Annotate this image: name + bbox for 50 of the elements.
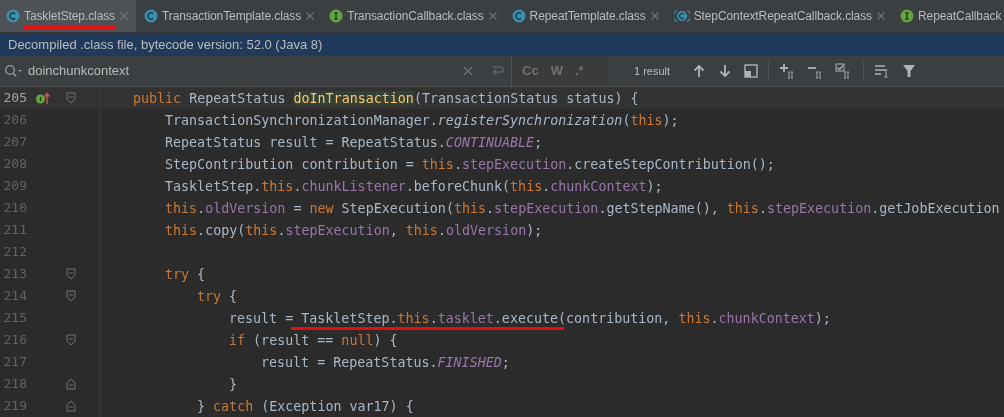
class-icon	[511, 9, 526, 23]
clear-icon	[463, 66, 473, 76]
code-line: StepContribution contribution = this.stepExecution.createStepContribution();	[165, 157, 775, 172]
code-line: result = RepeatStatus.FINISHED;	[261, 355, 510, 370]
editor-tab[interactable]: TransactionTemplate.class	[136, 0, 322, 32]
line-number: 219	[2, 397, 27, 416]
line-number: 206	[2, 111, 27, 130]
code-line: TaskletStep.this.chunkListener.beforeChunk(this.chunkContext);	[165, 179, 663, 194]
code-line: TransactionSynchronizationManager.registerSynchronization(this);	[165, 113, 679, 128]
line-number: 218	[2, 375, 27, 394]
line-number: 208	[2, 155, 27, 174]
line-number: 214	[2, 287, 27, 306]
line-number: 212	[2, 243, 27, 262]
result-count: 1 result	[634, 63, 671, 79]
code-line: try {	[165, 267, 206, 282]
filter-lines-icon	[874, 64, 891, 78]
up-arrow-icon	[692, 64, 707, 78]
editor-tab[interactable]: TaskletStep.class	[0, 0, 136, 32]
line-number: 207	[2, 133, 27, 152]
editor-tab[interactable]: RepeatTemplate.class	[503, 0, 666, 32]
line-number: 213	[2, 265, 27, 284]
code-line: this.oldVersion = new StepExecution(this.stepExecution.getStepName(), this.stepExecution.getJobExecution	[165, 201, 1000, 216]
code-line: public RepeatStatus doInTransaction(TransactionStatus status) {	[133, 91, 639, 106]
line-number: 216	[2, 331, 27, 350]
code-line: } catch (Exception var17) {	[197, 399, 414, 414]
class-icon	[6, 9, 20, 23]
code-line: this.copy(this.stepExecution, this.oldVersion);	[165, 223, 543, 238]
line-number: 217	[2, 353, 27, 372]
editor-tab[interactable]: StepContextRepeatCallback.class	[665, 0, 892, 32]
decompiled-notice: Decompiled .class file, bytecode version: 52.0 (Java 8)	[8, 35, 323, 54]
line-number: 205	[2, 89, 27, 108]
interface-icon	[900, 9, 914, 23]
code-line: }	[229, 377, 238, 392]
editor-tab[interactable]: RepeatCallback	[892, 0, 1004, 32]
newline-icon	[491, 65, 505, 77]
class-icon	[673, 9, 690, 23]
class-icon	[144, 9, 158, 23]
code-line: if (result == null) {	[229, 333, 398, 348]
editor-tab[interactable]: TransactionCallback.class	[321, 0, 504, 32]
code-line: try {	[197, 289, 238, 304]
filter-icon	[902, 64, 917, 78]
down-arrow-icon	[718, 64, 733, 78]
interface-icon	[329, 9, 344, 23]
line-number: 211	[2, 221, 27, 240]
line-number: 209	[2, 177, 27, 196]
line-number: 215	[2, 309, 27, 328]
code-line: RepeatStatus result = RepeatStatus.CONTINUABLE;	[165, 135, 543, 150]
line-number: 210	[2, 199, 27, 218]
search-icon	[4, 64, 22, 78]
window-icon	[744, 64, 759, 78]
